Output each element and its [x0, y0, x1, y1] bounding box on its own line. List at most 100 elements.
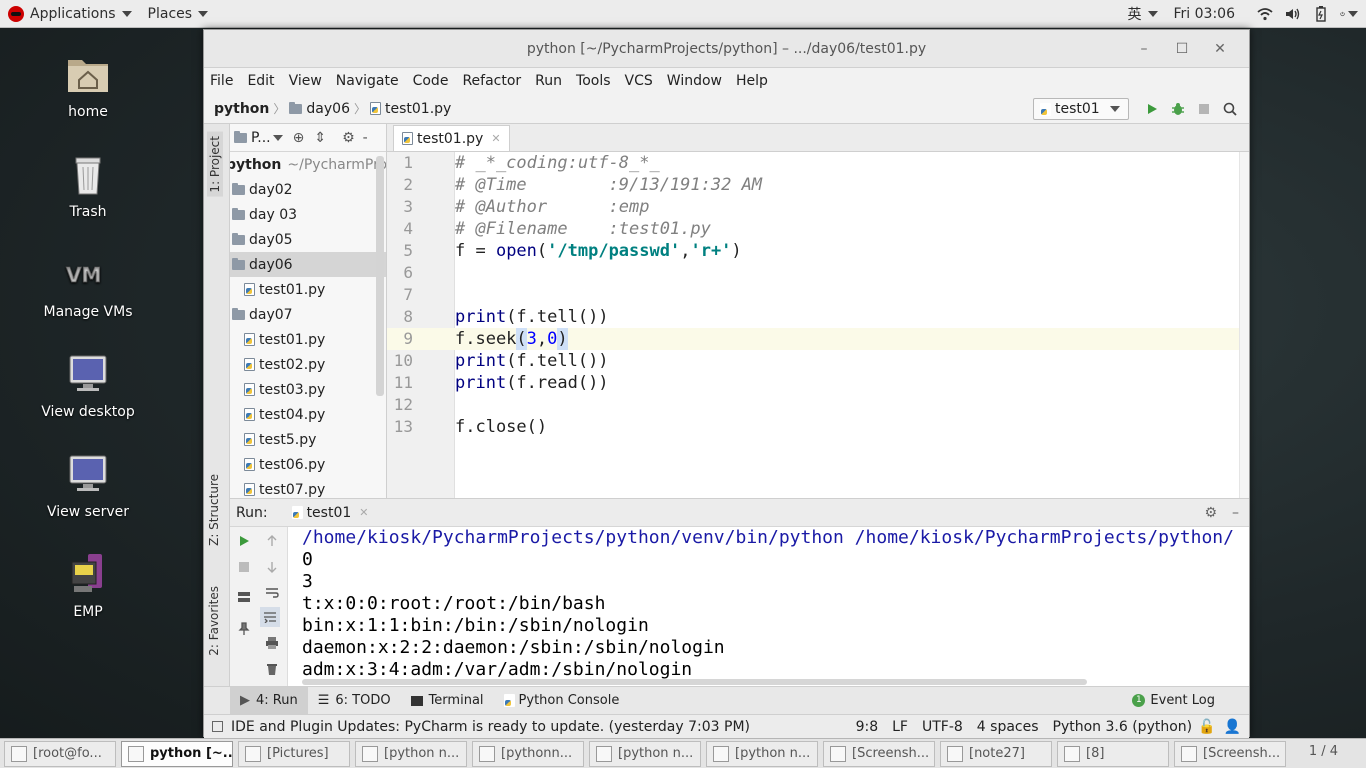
gear-icon[interactable]: ⚙ — [1204, 505, 1217, 521]
debug-button[interactable] — [1165, 102, 1191, 116]
gear-icon[interactable]: ⚙ — [342, 130, 355, 146]
scroll-up-button[interactable] — [262, 531, 282, 551]
interpreter-setting[interactable]: Python 3.6 (python) — [1053, 719, 1193, 735]
power-menu[interactable] — [1340, 5, 1358, 23]
tree-folder[interactable]: day06 — [230, 252, 386, 277]
tab-project-tool[interactable]: 1: Project — [207, 132, 223, 197]
menu-window[interactable]: Window — [667, 73, 722, 89]
code-area[interactable]: # _*_coding:utf-8_*_ # @Time :9/13/191:3… — [455, 152, 1239, 498]
layout-button[interactable] — [234, 587, 254, 607]
menu-run[interactable]: Run — [535, 73, 562, 89]
desktop-icon-trash[interactable]: Trash — [28, 150, 148, 220]
tree-root[interactable]: python ~/PycharmProjects/python — [230, 152, 386, 177]
tab-structure-tool[interactable]: Z: Structure — [207, 474, 221, 546]
tool-window-run[interactable]: ▶ 4: Run — [230, 686, 308, 715]
tree-file[interactable]: test04.py — [230, 402, 386, 427]
input-method-menu[interactable]: 英 — [1120, 0, 1166, 28]
desktop-icon-home[interactable]: home — [28, 50, 148, 120]
tree-file[interactable]: test03.py — [230, 377, 386, 402]
taskbar-window-button[interactable]: [note27] — [940, 740, 1052, 767]
taskbar-window-button[interactable]: [Screensh... — [823, 740, 935, 767]
project-scrollbar[interactable] — [376, 156, 384, 396]
taskbar-window-button[interactable]: [8] — [1057, 740, 1169, 767]
maximize-button[interactable]: ☐ — [1163, 41, 1201, 57]
tree-file[interactable]: test5.py — [230, 427, 386, 452]
volume-icon[interactable] — [1284, 5, 1302, 23]
close-tab-icon[interactable]: ✕ — [491, 132, 500, 145]
clear-console-button[interactable] — [262, 659, 282, 679]
menu-help[interactable]: Help — [736, 73, 768, 89]
tree-file[interactable]: test07.py — [230, 477, 386, 498]
status-message[interactable]: IDE and Plugin Updates: PyCharm is ready… — [231, 719, 750, 735]
close-run-tab-icon[interactable]: ✕ — [359, 506, 368, 519]
places-menu[interactable]: Places — [140, 0, 217, 28]
tool-window-todo[interactable]: ☰ 6: TODO — [308, 687, 401, 715]
menu-tools[interactable]: Tools — [576, 73, 611, 89]
tree-folder[interactable]: day05 — [230, 227, 386, 252]
battery-icon[interactable] — [1312, 5, 1330, 23]
taskbar-window-button[interactable]: python [~... — [121, 740, 233, 767]
file-encoding[interactable]: UTF-8 — [922, 719, 963, 735]
menu-edit[interactable]: Edit — [247, 73, 274, 89]
taskbar-window-button[interactable]: [python n... — [355, 740, 467, 767]
run-console-output[interactable]: /home/kiosk/PycharmProjects/python/venv/… — [302, 527, 1249, 687]
menu-refactor[interactable]: Refactor — [462, 73, 521, 89]
desktop-icon-view-desktop[interactable]: View desktop — [28, 350, 148, 420]
tree-folder[interactable]: day 03 — [230, 202, 386, 227]
wifi-icon[interactable] — [1256, 5, 1274, 23]
run-button[interactable] — [1139, 103, 1165, 115]
menu-navigate[interactable]: Navigate — [336, 73, 399, 89]
taskbar-window-button[interactable]: [python n... — [589, 740, 701, 767]
tab-test01-py[interactable]: test01.py ✕ — [393, 125, 510, 151]
caret-position[interactable]: 9:8 — [856, 719, 879, 735]
hide-panel-icon[interactable]: – — [1232, 505, 1239, 521]
desktop-icon-view-server[interactable]: View server — [28, 450, 148, 520]
lock-icon[interactable]: 🔓 — [1198, 719, 1215, 735]
hide-panel-icon[interactable]: - — [363, 130, 368, 146]
taskbar-window-button[interactable]: [Pictures] — [238, 740, 350, 767]
taskbar-window-button[interactable]: [python n... — [706, 740, 818, 767]
scroll-from-source-icon[interactable]: ⊕ — [293, 130, 305, 146]
tree-folder[interactable]: day02 — [230, 177, 386, 202]
applications-menu[interactable]: Applications — [0, 0, 140, 28]
status-toggle-icon[interactable] — [212, 721, 223, 732]
tool-window-terminal[interactable]: Terminal — [401, 687, 494, 715]
print-button[interactable] — [262, 633, 282, 653]
tool-window-python-console[interactable]: Python Console — [494, 687, 630, 715]
scroll-to-end-button[interactable] — [260, 607, 280, 627]
pin-button[interactable] — [234, 619, 254, 639]
taskbar-window-button[interactable]: [Screensh... — [1174, 740, 1286, 767]
menu-code[interactable]: Code — [413, 73, 449, 89]
tree-file[interactable]: test01.py — [230, 327, 386, 352]
soft-wrap-button[interactable] — [262, 583, 282, 603]
window-titlebar[interactable]: python [~/PycharmProjects/python] – .../… — [204, 30, 1249, 68]
desktop-icon-manage-vms[interactable]: VM Manage VMs — [28, 250, 148, 320]
tool-window-event-log[interactable]: 1 Event Log — [1122, 687, 1225, 715]
stop-button[interactable] — [1191, 103, 1217, 115]
tab-favorites-tool[interactable]: 2: Favorites — [207, 586, 221, 656]
taskbar-window-button[interactable]: [root@fo... — [4, 740, 116, 767]
console-horizontal-scrollbar[interactable] — [302, 679, 1087, 685]
scroll-down-button[interactable] — [262, 557, 282, 577]
close-window-button[interactable]: ✕ — [1201, 41, 1239, 57]
tree-file[interactable]: test06.py — [230, 452, 386, 477]
stop-run-button[interactable] — [234, 557, 254, 577]
desktop-icon-emp[interactable]: EMP — [28, 550, 148, 620]
minimize-button[interactable]: – — [1125, 41, 1163, 57]
indent-setting[interactable]: 4 spaces — [977, 719, 1039, 735]
rerun-button[interactable] — [234, 531, 254, 551]
tree-folder[interactable]: day07 — [230, 302, 386, 327]
editor-scrollbar[interactable] — [1239, 152, 1249, 498]
workspace-indicator[interactable]: 1 / 4 — [1309, 744, 1338, 759]
breadcrumb-file[interactable]: test01.py — [385, 101, 451, 117]
clock[interactable]: Fri 03:06 — [1166, 0, 1243, 28]
run-tab-label[interactable]: test01 — [307, 505, 352, 521]
search-everywhere-button[interactable] — [1217, 102, 1243, 116]
project-view-select[interactable]: P... — [251, 130, 271, 146]
tree-file[interactable]: test02.py — [230, 352, 386, 377]
run-configuration-select[interactable]: test01 — [1033, 98, 1129, 120]
menu-vcs[interactable]: VCS — [625, 73, 653, 89]
breadcrumb-project[interactable]: python — [214, 101, 269, 117]
tree-file[interactable]: test01.py — [230, 277, 386, 302]
menu-file[interactable]: File — [210, 73, 233, 89]
